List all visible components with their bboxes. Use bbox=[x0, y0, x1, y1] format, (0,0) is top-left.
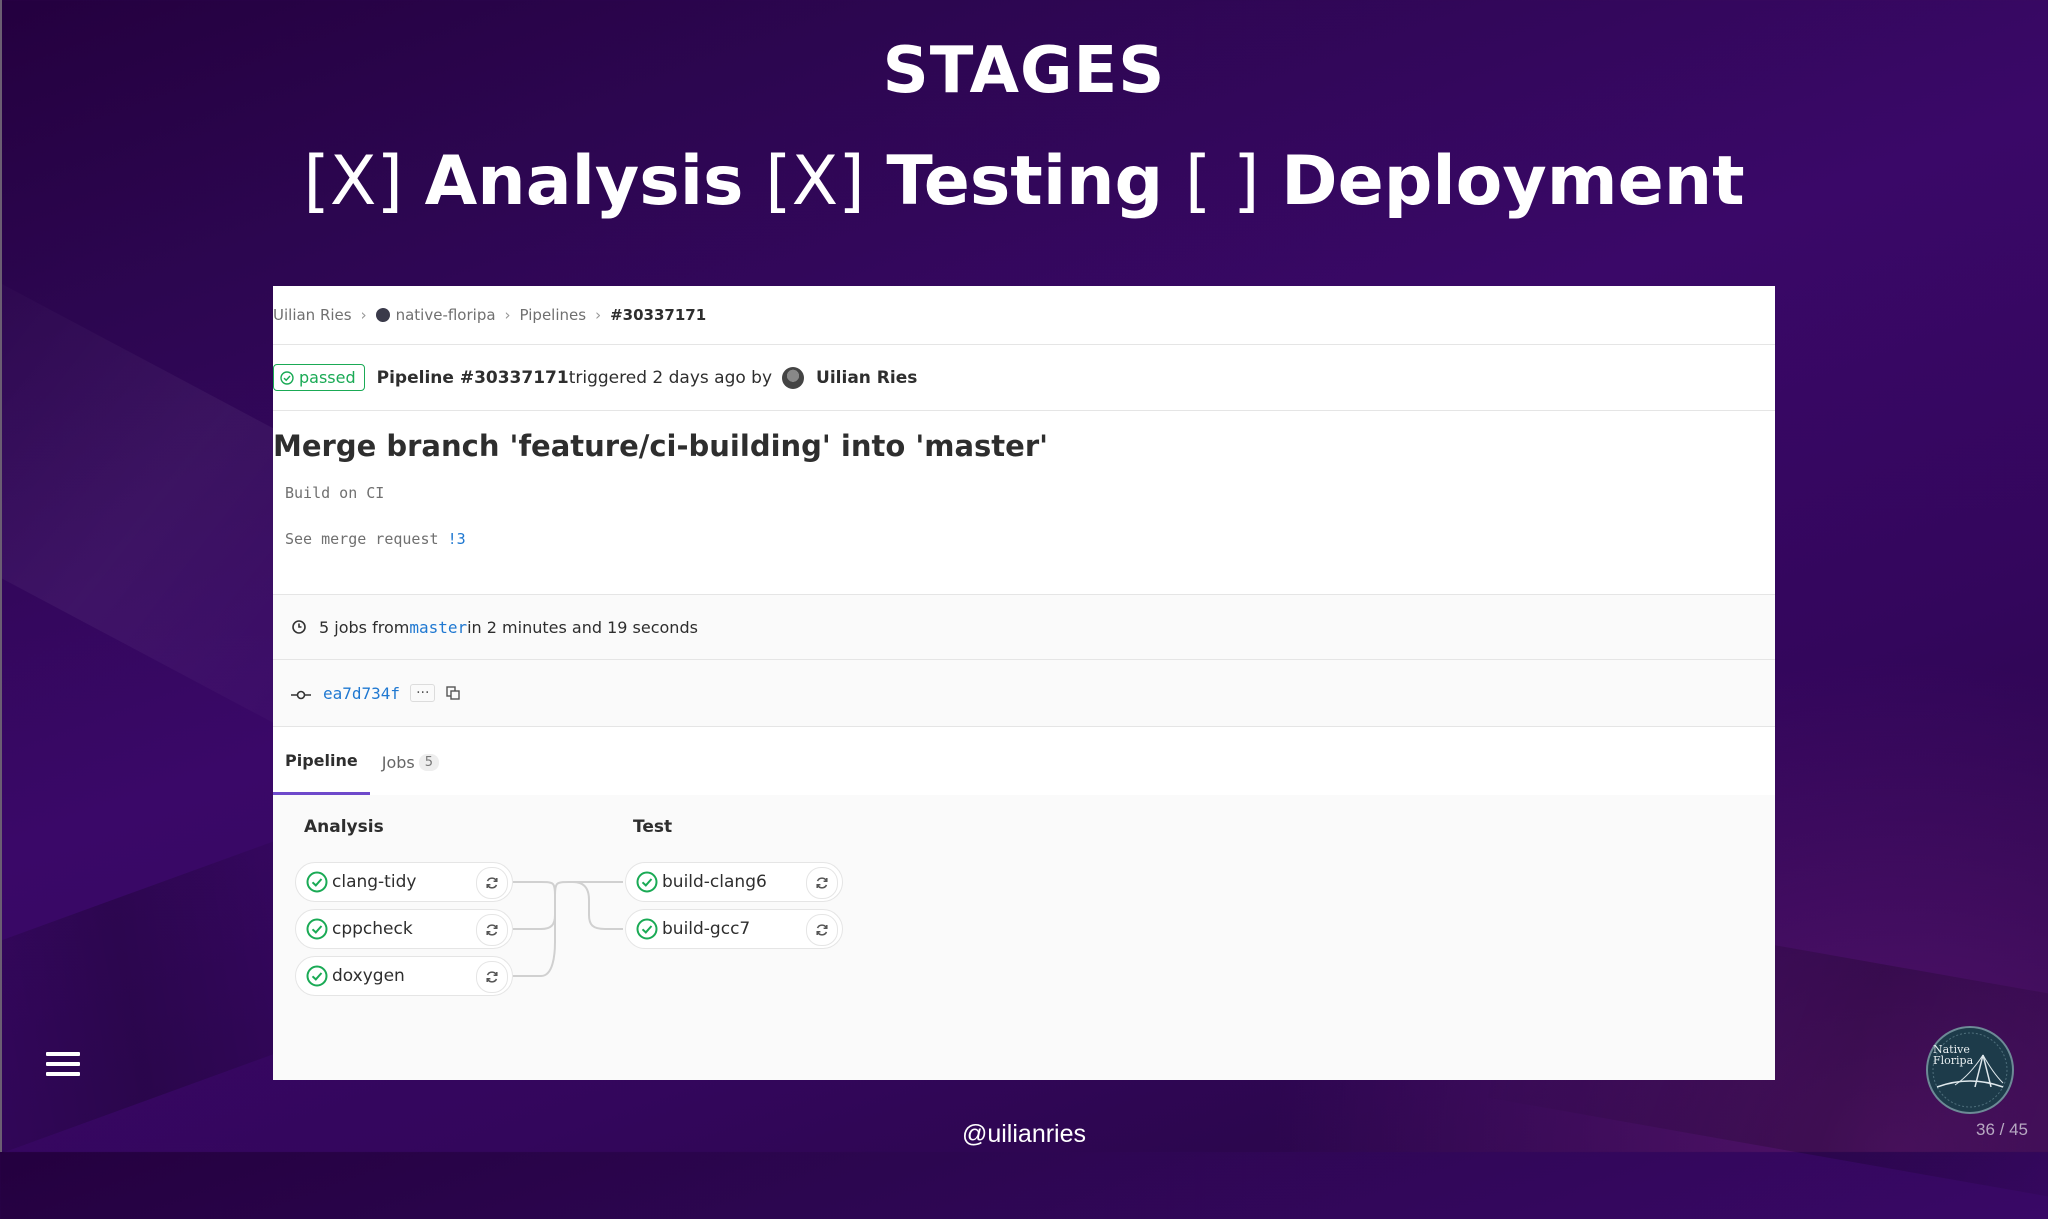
stage-label-testing: Testing bbox=[886, 142, 1164, 221]
breadcrumb-pipelines[interactable]: Pipelines bbox=[520, 306, 587, 324]
breadcrumb-current[interactable]: #30337171 bbox=[610, 306, 706, 324]
job-name: clang-tidy bbox=[332, 872, 417, 892]
slide-title: STAGES bbox=[882, 34, 1166, 108]
commit-desc-line: See merge request !3 bbox=[285, 527, 1775, 551]
check-circle-icon bbox=[306, 871, 328, 893]
pipeline-label: Pipeline #30337171 bbox=[376, 367, 569, 388]
jobs-summary-prefix: 5 jobs from bbox=[319, 617, 410, 637]
stage-title-analysis: Analysis bbox=[304, 817, 384, 837]
job-clang-tidy[interactable]: clang-tidy bbox=[295, 862, 513, 902]
job-doxygen[interactable]: doxygen bbox=[295, 956, 513, 996]
job-build-clang6[interactable]: build-clang6 bbox=[625, 862, 843, 902]
retry-icon bbox=[816, 877, 828, 889]
job-build-gcc7[interactable]: build-gcc7 bbox=[625, 909, 843, 949]
pipeline-tabs: Pipeline Jobs 5 bbox=[273, 726, 1775, 796]
slide-subtitle: [X] Analysis [X] Testing [ ] Deployment bbox=[0, 142, 2048, 221]
retry-button[interactable] bbox=[476, 961, 508, 993]
check-circle-icon bbox=[280, 370, 294, 385]
hamburger-menu-icon[interactable] bbox=[46, 1052, 80, 1082]
slide-counter: 36 / 45 bbox=[1976, 1120, 2028, 1139]
commit-icon bbox=[291, 690, 311, 700]
breadcrumb-user[interactable]: Uilian Ries bbox=[273, 306, 352, 324]
status-badge[interactable]: passed bbox=[273, 364, 365, 391]
tab-pipeline[interactable]: Pipeline bbox=[273, 729, 370, 795]
job-name: doxygen bbox=[332, 966, 405, 986]
commit-title: Merge branch 'feature/ci-building' into … bbox=[273, 429, 1048, 463]
check-circle-icon bbox=[306, 918, 328, 940]
copy-icon[interactable] bbox=[445, 685, 461, 701]
breadcrumb-project[interactable]: native-floripa bbox=[375, 306, 496, 324]
user-link[interactable]: Uilian Ries bbox=[816, 368, 917, 388]
checkbox-analysis: [X] bbox=[303, 142, 425, 221]
stage-title-test: Test bbox=[633, 817, 673, 837]
native-floripa-logo: Native Floripa bbox=[1926, 1026, 2014, 1114]
retry-button[interactable] bbox=[806, 914, 838, 946]
job-name: cppcheck bbox=[332, 919, 413, 939]
project-avatar-icon bbox=[375, 308, 390, 322]
jobs-count-badge: 5 bbox=[418, 753, 440, 771]
job-name: build-gcc7 bbox=[662, 919, 751, 939]
check-circle-icon bbox=[306, 965, 328, 987]
chevron-right-icon: › bbox=[504, 306, 511, 324]
stage-label-analysis: Analysis bbox=[424, 142, 744, 221]
clock-icon bbox=[292, 620, 306, 634]
jobs-summary-suffix: in 2 minutes and 19 seconds bbox=[467, 617, 698, 637]
jobs-summary-row: 5 jobs from master in 2 minutes and 19 s… bbox=[273, 594, 1775, 659]
branch-link[interactable]: master bbox=[409, 618, 467, 637]
avatar[interactable] bbox=[782, 366, 805, 389]
breadcrumb: Uilian Ries › native-floripa › Pipelines… bbox=[273, 286, 1775, 345]
merge-request-link[interactable]: !3 bbox=[448, 530, 466, 548]
tab-pipeline-label: Pipeline bbox=[285, 751, 358, 770]
job-name: build-clang6 bbox=[662, 872, 767, 892]
expand-button[interactable]: ··· bbox=[410, 684, 436, 702]
job-cppcheck[interactable]: cppcheck bbox=[295, 909, 513, 949]
merge-request-prefix: See merge request bbox=[285, 530, 448, 548]
retry-icon bbox=[816, 924, 828, 936]
checkbox-deployment: [ ] bbox=[1163, 142, 1282, 221]
commit-sha-row: ea7d734f ··· bbox=[273, 659, 1775, 726]
retry-icon bbox=[486, 877, 498, 889]
commit-sha-link[interactable]: ea7d734f bbox=[323, 684, 400, 703]
triggered-text: triggered 2 days ago by bbox=[568, 367, 773, 388]
pipeline-header: passed Pipeline #30337171 triggered 2 da… bbox=[273, 345, 1775, 411]
logo-line: Floripa bbox=[1933, 1054, 1974, 1067]
tab-jobs-label: Jobs bbox=[381, 752, 415, 772]
check-circle-icon bbox=[636, 871, 658, 893]
retry-icon bbox=[486, 971, 498, 983]
pipeline-screenshot: Uilian Ries › native-floripa › Pipelines… bbox=[273, 286, 1775, 1080]
chevron-right-icon: › bbox=[595, 306, 602, 324]
commit-desc-line: Build on CI bbox=[285, 484, 385, 502]
speaker-handle: @uilianries bbox=[961, 1120, 1087, 1148]
breadcrumb-project-label: native-floripa bbox=[395, 306, 496, 324]
check-circle-icon bbox=[636, 918, 658, 940]
retry-button[interactable] bbox=[806, 867, 838, 899]
commit-description: Build on CI See merge request !3 bbox=[285, 481, 1775, 551]
pipeline-graph: Analysis Test clang-tidy cppcheck doxyge… bbox=[273, 795, 1775, 1080]
status-badge-label: passed bbox=[299, 368, 356, 387]
retry-button[interactable] bbox=[476, 914, 508, 946]
tab-jobs[interactable]: Jobs 5 bbox=[370, 729, 451, 795]
checkbox-testing: [X] bbox=[743, 142, 887, 221]
stage-label-deployment: Deployment bbox=[1281, 142, 1745, 221]
retry-button[interactable] bbox=[476, 867, 508, 899]
retry-icon bbox=[486, 924, 498, 936]
chevron-right-icon: › bbox=[360, 306, 367, 324]
